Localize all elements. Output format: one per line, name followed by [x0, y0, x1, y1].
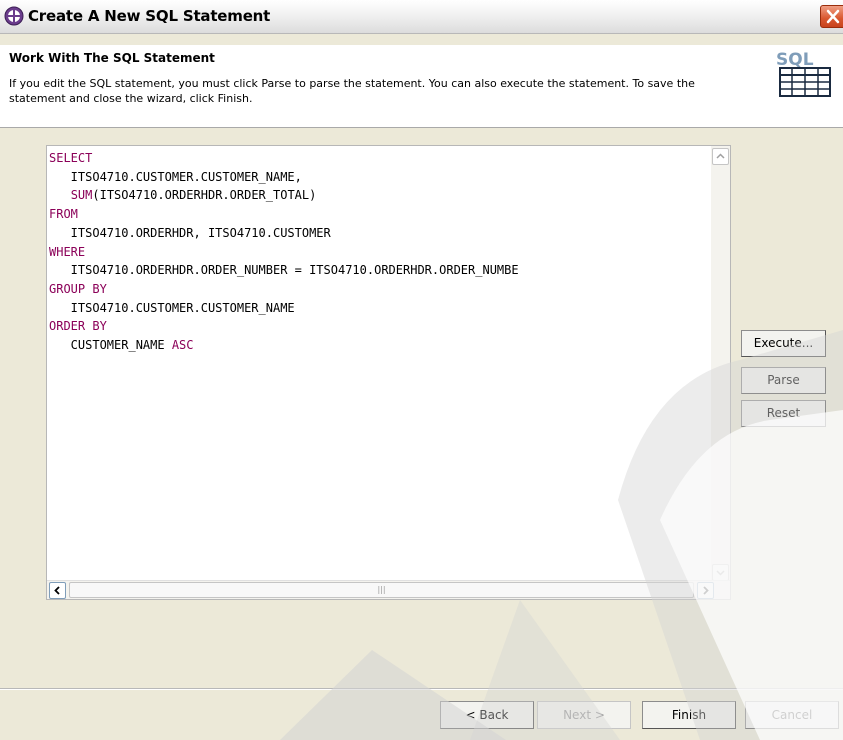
- sql-line: ITSO4710.CUSTOMER.CUSTOMER_NAME,: [49, 168, 709, 187]
- sql-text: ITSO4710.ORDERHDR.ORDER_NUMBER = ITSO471…: [49, 263, 519, 278]
- sql-line: ORDER BY: [49, 317, 709, 336]
- sql-line: SUM(ITSO4710.ORDERHDR.ORDER_TOTAL): [49, 186, 709, 205]
- sql-line: ITSO4710.CUSTOMER.CUSTOMER_NAME: [49, 299, 709, 318]
- sql-text: (ITSO4710.ORDERHDR.ORDER_TOTAL): [92, 188, 317, 203]
- chevron-right-icon: [703, 586, 709, 595]
- sql-keyword: SELECT: [49, 151, 93, 165]
- close-button[interactable]: [820, 5, 843, 28]
- sql-text: ITSO4710.ORDERHDR, ITSO4710.CUSTOMER: [49, 225, 331, 240]
- sql-line: FROM: [49, 205, 709, 224]
- footer-divider-highlight: [0, 689, 843, 690]
- title-bar: Create A New SQL Statement: [0, 0, 843, 34]
- sql-line: SELECT: [49, 149, 709, 168]
- page-title: Work With The SQL Statement: [9, 51, 215, 65]
- eclipse-icon: [4, 6, 24, 26]
- sql-wizard-window: Create A New SQL Statement Work With The…: [0, 0, 843, 740]
- horizontal-scrollbar[interactable]: |||: [47, 580, 730, 599]
- sql-keyword: FROM: [49, 207, 78, 222]
- finish-button[interactable]: Finish: [642, 701, 736, 729]
- page-description: If you edit the SQL statement, you must …: [9, 77, 695, 105]
- sql-keyword: GROUP BY: [49, 281, 107, 296]
- sql-editor[interactable]: SELECT ITSO4710.CUSTOMER.CUSTOMER_NAME, …: [46, 145, 731, 600]
- chevron-left-icon: [54, 586, 60, 595]
- sql-line: WHERE: [49, 243, 709, 262]
- sql-keyword: ASC: [171, 338, 194, 353]
- scroll-down-button[interactable]: [712, 564, 729, 581]
- sql-keyword: ORDER BY: [49, 319, 107, 334]
- scroll-right-button[interactable]: [697, 582, 714, 599]
- sql-text: ITSO4710.CUSTOMER.CUSTOMER_NAME: [49, 300, 295, 315]
- scroll-left-button[interactable]: [49, 582, 66, 599]
- chevron-down-icon: [716, 570, 725, 576]
- sql-text: ITSO4710.CUSTOMER.CUSTOMER_NAME,: [49, 169, 302, 184]
- next-button[interactable]: Next >: [537, 701, 631, 729]
- execute-button[interactable]: Execute...: [741, 330, 826, 357]
- cancel-button[interactable]: Cancel: [745, 701, 839, 729]
- chevron-up-icon: [716, 153, 725, 159]
- sql-line: ITSO4710.ORDERHDR, ITSO4710.CUSTOMER: [49, 224, 709, 243]
- sql-keyword: SUM: [70, 188, 93, 203]
- close-icon: [826, 9, 840, 24]
- sql-table-icon: SQL: [776, 50, 831, 97]
- sql-code-text[interactable]: SELECT ITSO4710.CUSTOMER.CUSTOMER_NAME, …: [49, 149, 709, 587]
- scroll-up-button[interactable]: [712, 148, 729, 165]
- parse-button[interactable]: Parse: [741, 367, 826, 394]
- back-button[interactable]: < Back: [440, 701, 534, 729]
- sql-text: CUSTOMER_NAME: [49, 338, 172, 353]
- window-title: Create A New SQL Statement: [28, 7, 271, 25]
- sql-line: CUSTOMER_NAME ASC: [49, 336, 709, 355]
- reset-button[interactable]: Reset: [741, 400, 826, 427]
- sql-line: ITSO4710.ORDERHDR.ORDER_NUMBER = ITSO471…: [49, 261, 709, 280]
- sql-keyword: WHERE: [49, 244, 86, 259]
- horizontal-scroll-thumb[interactable]: |||: [69, 582, 694, 598]
- wizard-header: Work With The SQL Statement If you edit …: [0, 45, 843, 128]
- sql-line: GROUP BY: [49, 280, 709, 299]
- vertical-scrollbar[interactable]: [711, 146, 730, 583]
